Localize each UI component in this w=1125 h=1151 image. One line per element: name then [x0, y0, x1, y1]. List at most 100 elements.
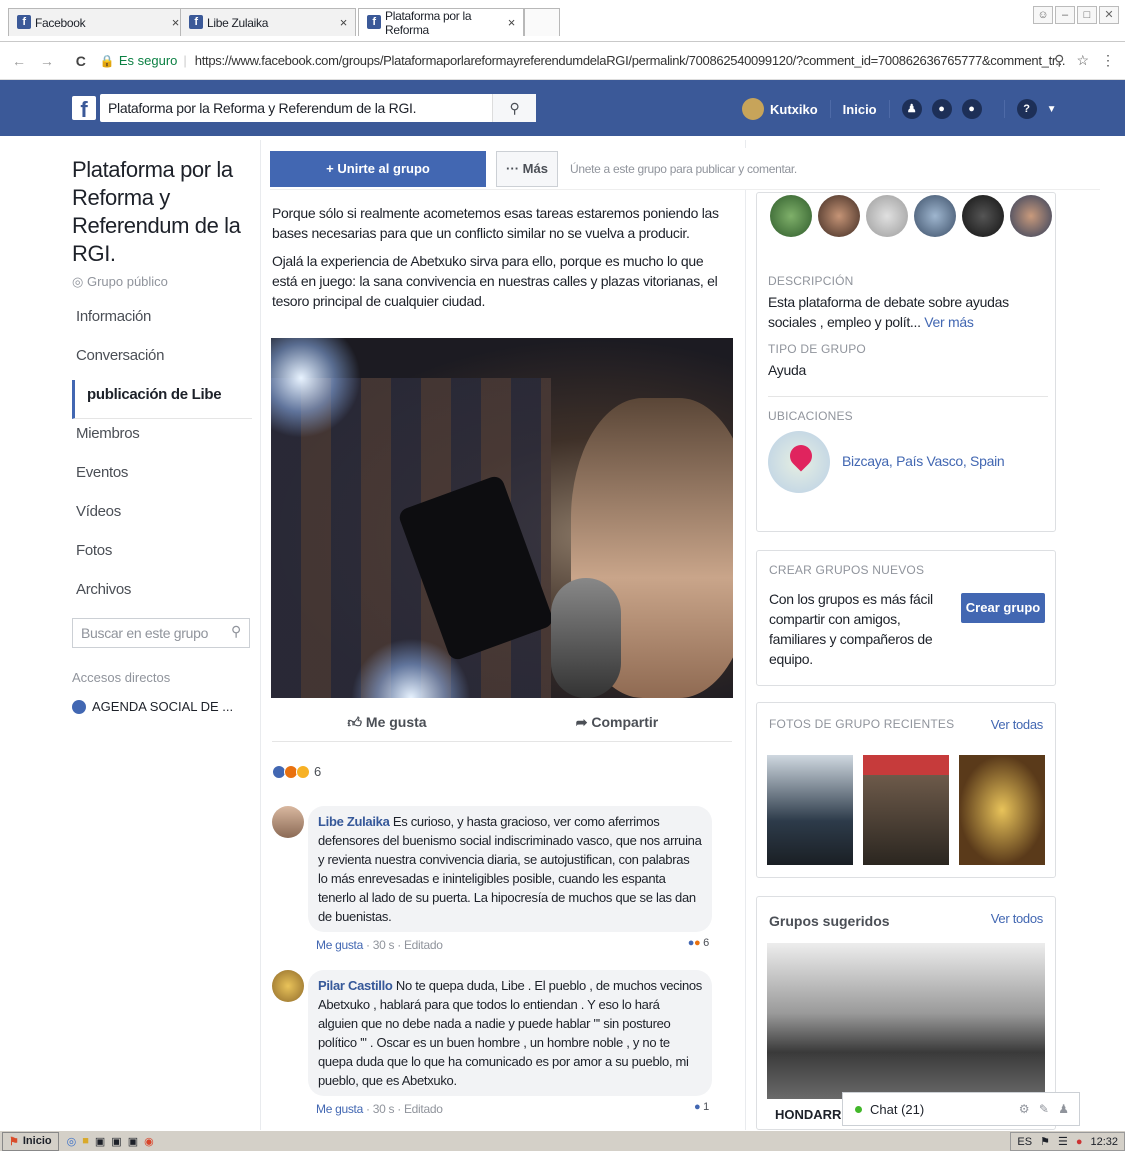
group-photo[interactable]: [959, 755, 1045, 865]
help-icon[interactable]: ?: [1016, 99, 1037, 119]
comment-text: No te quepa duda, Libe . El pueblo , de …: [318, 978, 703, 1088]
tab-close-icon[interactable]: ×: [340, 15, 348, 30]
user-icon[interactable]: ☺: [1033, 6, 1053, 24]
avatar[interactable]: [272, 970, 304, 1002]
facebook-search-input[interactable]: Plataforma por la Reforma y Referendum d…: [100, 94, 536, 122]
language-indicator[interactable]: ES: [1017, 1136, 1032, 1148]
avatar[interactable]: [1010, 195, 1052, 237]
minimize-icon[interactable]: –: [1055, 6, 1075, 24]
folder-icon[interactable]: ■: [82, 1135, 89, 1147]
avatar[interactable]: [272, 806, 304, 838]
start-button[interactable]: ⚑ Inicio: [2, 1131, 59, 1151]
shortcut-item[interactable]: AGENDA SOCIAL DE ...: [72, 699, 252, 714]
post-photo[interactable]: [271, 338, 733, 698]
friend-requests-icon[interactable]: ♟: [901, 99, 922, 119]
maximize-icon[interactable]: □: [1077, 6, 1097, 24]
more-button[interactable]: ··· Más: [496, 150, 558, 187]
ie-icon[interactable]: ◎: [67, 1135, 77, 1148]
app-icon[interactable]: ▣: [128, 1135, 138, 1148]
see-all-photos-link[interactable]: Ver todas: [991, 715, 1044, 735]
suggested-group-photo[interactable]: [767, 943, 1045, 1099]
nav-item-archivos[interactable]: Archivos: [72, 575, 252, 614]
avatar[interactable]: [770, 195, 812, 237]
avatar[interactable]: [742, 98, 764, 120]
url-field[interactable]: https://www.facebook.com/groups/Platafor…: [195, 53, 1065, 68]
nav-item-conversacion[interactable]: Conversación: [72, 341, 252, 380]
forward-icon[interactable]: →: [40, 53, 54, 69]
nav-item-informacion[interactable]: Información: [72, 302, 252, 341]
nav-item-fotos[interactable]: Fotos: [72, 536, 252, 575]
app-icon[interactable]: ▣: [95, 1135, 105, 1148]
contacts-icon[interactable]: ♟: [1058, 1102, 1069, 1116]
tab-close-icon[interactable]: ×: [508, 15, 516, 30]
search-icon[interactable]: ⚲: [231, 623, 241, 640]
chevron-down-icon[interactable]: ▼: [1047, 104, 1057, 115]
flag-icon[interactable]: ⚑: [1040, 1135, 1050, 1148]
description-text: Esta plataforma de debate sobre ayudas s…: [768, 292, 1048, 332]
comment-reactions[interactable]: ● 1: [691, 1098, 712, 1117]
facebook-favicon-icon: f: [189, 15, 203, 29]
zoom-icon[interactable]: ⚲: [1054, 52, 1064, 69]
nav-item-eventos[interactable]: Eventos: [72, 458, 252, 497]
profile-link[interactable]: Kutxiko: [770, 102, 818, 117]
network-icon[interactable]: ☰: [1058, 1135, 1068, 1148]
messages-icon[interactable]: ●: [931, 99, 952, 119]
like-button[interactable]: 👍︎ Me gusta: [272, 706, 502, 741]
tab-libe-zulaika[interactable]: f Libe Zulaika ×: [180, 8, 356, 36]
home-link[interactable]: Inicio: [843, 102, 877, 117]
see-more-link[interactable]: Ver más: [924, 314, 974, 330]
group-search-input[interactable]: Buscar en este grupo ⚲: [72, 618, 250, 648]
star-icon[interactable]: ☆: [1076, 52, 1089, 69]
app-icon[interactable]: ▣: [111, 1135, 121, 1148]
location-link[interactable]: Bizcaya, País Vasco, Spain: [842, 451, 1005, 471]
group-title[interactable]: Plataforma por la Reforma y Referendum d…: [72, 156, 252, 268]
nav-item-videos[interactable]: Vídeos: [72, 497, 252, 536]
antivirus-icon[interactable]: ●: [1076, 1136, 1083, 1148]
compose-icon[interactable]: ✎: [1039, 1102, 1049, 1116]
comment-author[interactable]: Libe Zulaika: [318, 814, 390, 829]
header-right: Kutxiko Inicio ♟ ● ● ? ▼: [742, 98, 1057, 120]
gear-icon[interactable]: ⚙: [1019, 1102, 1030, 1116]
tab-facebook[interactable]: f Facebook ×: [8, 8, 188, 36]
comment-like-link[interactable]: Me gusta: [316, 938, 363, 952]
menu-icon[interactable]: ⋮: [1101, 52, 1115, 69]
nav-item-miembros[interactable]: Miembros: [72, 419, 252, 458]
notifications-icon[interactable]: ●: [961, 99, 982, 119]
clock[interactable]: 12:32: [1090, 1136, 1118, 1148]
create-groups-text: Con los grupos es más fácil compartir co…: [769, 591, 933, 667]
comment-reaction-count: 6: [703, 937, 709, 949]
tab-plataforma[interactable]: f Plataforma por la Reforma ×: [358, 8, 524, 37]
comment-like-link[interactable]: Me gusta: [316, 1102, 363, 1116]
suggested-group-name[interactable]: HONDARRI: [775, 1107, 845, 1122]
reload-icon[interactable]: C: [76, 53, 86, 69]
avatar[interactable]: [914, 195, 956, 237]
search-icon[interactable]: ⚲: [492, 94, 536, 122]
search-text: Plataforma por la Reforma y Referendum d…: [108, 100, 417, 116]
group-photo[interactable]: [767, 755, 853, 865]
facebook-logo-icon[interactable]: f: [72, 96, 96, 122]
group-type: ◎ Grupo público: [72, 274, 252, 290]
post-reactions[interactable]: 6: [272, 764, 321, 779]
group-type-label: Grupo público: [86, 274, 168, 289]
nav-item-publicacion[interactable]: publicación de Libe: [72, 380, 252, 419]
avatar[interactable]: [866, 195, 908, 237]
avatar[interactable]: [818, 195, 860, 237]
comment-reactions[interactable]: ●● 6: [684, 934, 712, 953]
comment-bubble: Pilar Castillo No te quepa duda, Libe . …: [308, 970, 712, 1096]
chat-bar[interactable]: Chat (21) ⚙ ✎ ♟: [842, 1092, 1080, 1126]
close-window-icon[interactable]: ✕: [1099, 6, 1119, 24]
windows-taskbar: ⚑ Inicio ◎ ■ ▣ ▣ ▣ ◉ ES ⚑ ☰ ● 12:32: [0, 1130, 1125, 1151]
new-tab-button[interactable]: [524, 8, 560, 36]
join-group-button[interactable]: + Unirte al grupo: [270, 150, 486, 187]
create-group-button[interactable]: Crear grupo: [961, 593, 1045, 623]
comment-author[interactable]: Pilar Castillo: [318, 978, 393, 993]
like-reaction-icon: ●: [694, 1101, 701, 1113]
group-photo[interactable]: [863, 755, 949, 865]
see-all-groups-link[interactable]: Ver todos: [991, 909, 1044, 929]
avatar[interactable]: [962, 195, 1004, 237]
share-button[interactable]: ➦ Compartir: [502, 706, 732, 741]
back-icon[interactable]: ←: [12, 53, 26, 69]
tab-close-icon[interactable]: ×: [172, 15, 180, 30]
location-row[interactable]: Bizcaya, País Vasco, Spain: [768, 431, 1048, 511]
chrome-icon[interactable]: ◉: [144, 1135, 154, 1148]
